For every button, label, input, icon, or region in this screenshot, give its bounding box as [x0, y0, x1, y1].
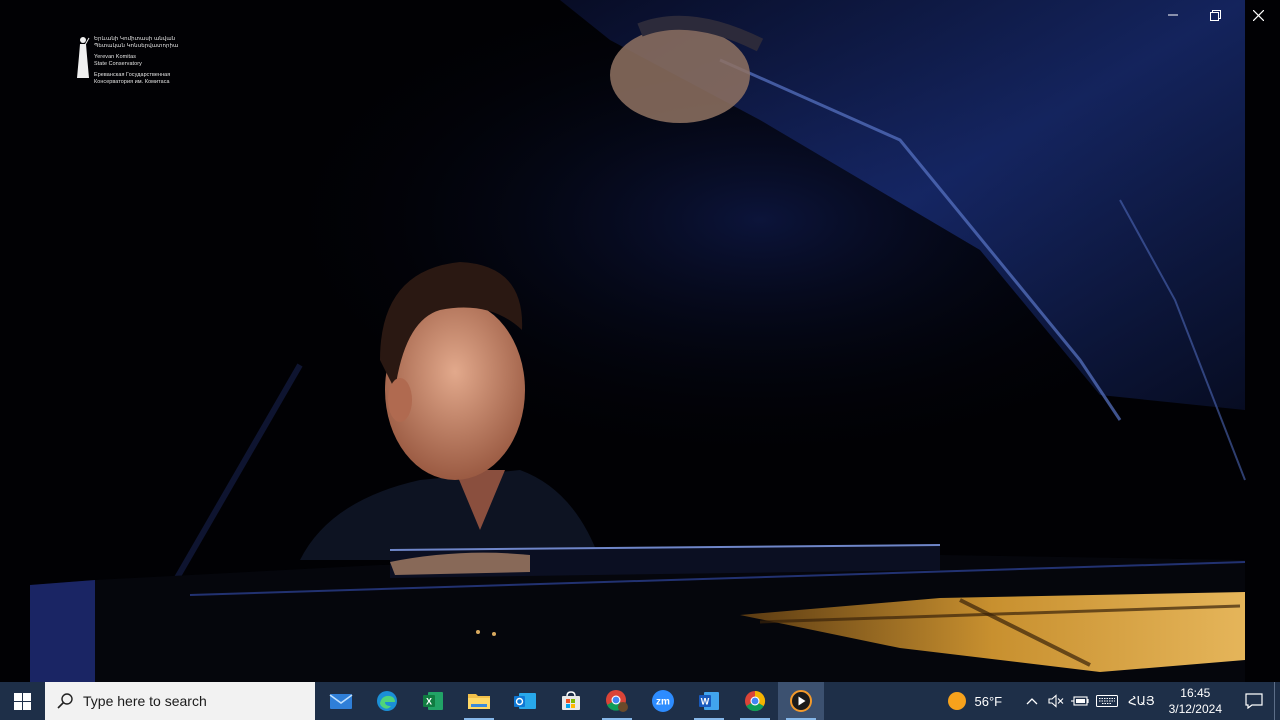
video-frame[interactable]: Երևանի Կոմիտասի անվան Պետական Կոնսերվատո…	[0, 0, 1280, 682]
close-icon	[1253, 9, 1264, 21]
clock-time: 16:45	[1180, 686, 1211, 700]
logo-line-armenian-1: Երևանի Կոմիտասի անվան	[94, 36, 176, 42]
word-icon: W	[699, 692, 719, 710]
restore-button[interactable]	[1194, 0, 1237, 30]
window-controls	[1151, 0, 1280, 30]
minimize-button[interactable]	[1151, 0, 1194, 30]
zoom-icon: zm	[652, 690, 674, 712]
chrome-profile-icon	[606, 690, 628, 712]
windows-logo-icon	[14, 692, 31, 710]
outlook-icon	[514, 693, 536, 709]
taskbar-app-chrome[interactable]	[732, 682, 778, 720]
restore-icon	[1210, 9, 1221, 21]
input-language[interactable]: ՀԱՅ	[1128, 694, 1155, 708]
taskbar-app-store[interactable]	[548, 682, 594, 720]
volume-muted-icon	[1048, 694, 1064, 708]
logo-line-english-2: State Conservatory	[94, 61, 142, 67]
conservatory-logo: Երևանի Կոմիտասի անվան Պետական Կոնսերվատո…	[76, 36, 178, 85]
start-button[interactable]	[0, 682, 45, 720]
search-placeholder: Type here to search	[83, 693, 207, 709]
taskbar-app-mail[interactable]	[318, 682, 364, 720]
weather-temp: 56°F	[974, 693, 1003, 709]
keyboard-button[interactable]	[1092, 682, 1122, 720]
sun-icon	[948, 692, 967, 710]
mail-icon	[329, 694, 353, 709]
svg-text:zm: zm	[656, 697, 670, 708]
minimize-icon	[1167, 14, 1178, 16]
notification-icon	[1245, 693, 1263, 709]
edge-icon	[377, 691, 397, 711]
search-box[interactable]: Type here to search	[45, 682, 315, 720]
taskbar-app-file-explorer[interactable]	[456, 682, 502, 720]
close-button[interactable]	[1237, 0, 1280, 30]
folder-icon	[468, 694, 490, 709]
video-scene	[0, 0, 1280, 682]
logo-line-russian-1: Ереванская Государственная	[94, 72, 171, 78]
battery-charging-icon	[1071, 696, 1089, 706]
store-icon	[562, 691, 580, 710]
excel-icon: X	[423, 692, 443, 710]
taskbar-app-edge[interactable]	[364, 682, 410, 720]
taskbar-app-media-player[interactable]	[778, 682, 824, 720]
notifications-button[interactable]	[1234, 682, 1274, 720]
chrome-icon	[745, 690, 766, 712]
keyboard-icon	[1096, 695, 1119, 707]
taskbar-app-outlook[interactable]	[502, 682, 548, 720]
media-player-icon	[790, 690, 812, 712]
svg-text:W: W	[701, 697, 710, 707]
clock[interactable]: 16:45 3/12/2024	[1169, 685, 1222, 717]
conservatory-figure-icon	[77, 37, 90, 78]
taskbar: Type here to search X zm W 56°F ՀԱՅ 16:4…	[0, 682, 1280, 720]
search-icon	[57, 693, 73, 709]
pinned-apps: X zm W	[318, 682, 824, 720]
volume-button[interactable]	[1044, 682, 1068, 720]
taskbar-app-word[interactable]: W	[686, 682, 732, 720]
show-hidden-icons-button[interactable]	[1020, 682, 1044, 720]
battery-button[interactable]	[1068, 682, 1092, 720]
system-tray: 56°F ՀԱՅ 16:45 3/12/2024	[948, 682, 1280, 720]
svg-text:X: X	[426, 697, 432, 707]
weather-widget[interactable]: 56°F	[948, 692, 1002, 710]
show-desktop-button[interactable]	[1274, 682, 1280, 720]
clock-date: 3/12/2024	[1168, 702, 1222, 716]
logo-line-russian-2: Консерватория им. Комитаса	[94, 79, 170, 85]
chevron-up-icon	[1026, 698, 1038, 705]
logo-line-armenian-2: Պետական Կոնսերվատորիա	[94, 43, 179, 49]
taskbar-app-excel[interactable]: X	[410, 682, 456, 720]
taskbar-app-chrome-profile[interactable]	[594, 682, 640, 720]
taskbar-app-zoom[interactable]: zm	[640, 682, 686, 720]
logo-line-english-1: Yerevan Komitas	[94, 54, 137, 60]
